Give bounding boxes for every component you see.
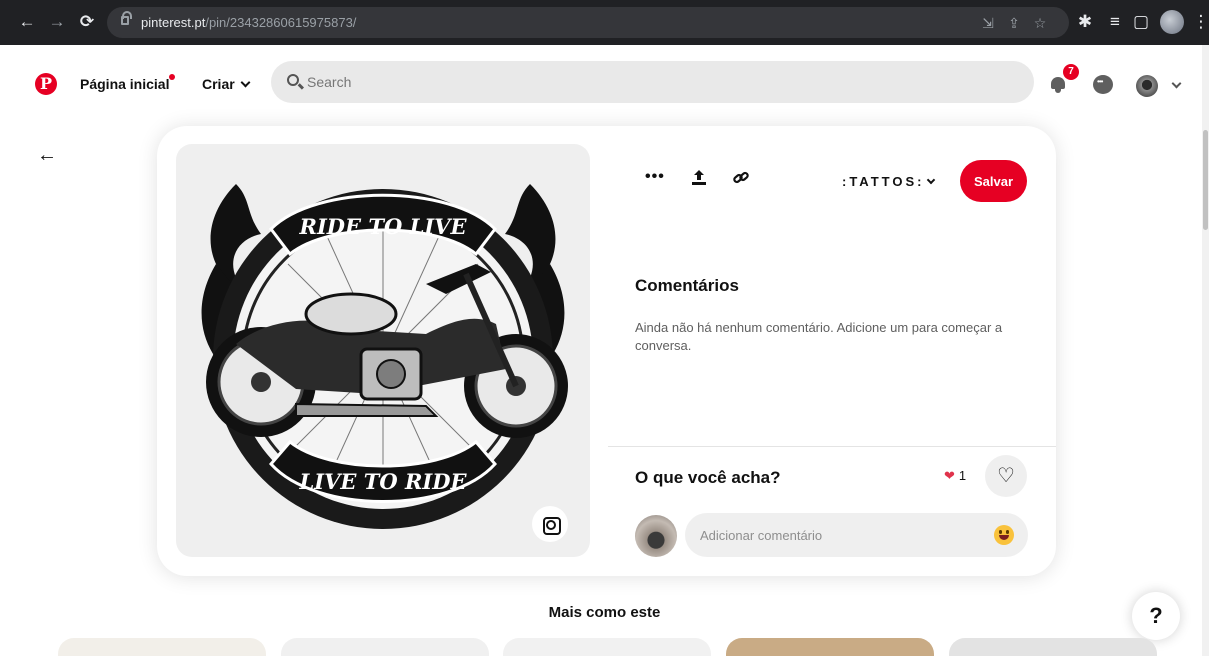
search-input[interactable] bbox=[307, 61, 1007, 103]
more-like-this-heading: Mais como este bbox=[548, 604, 661, 621]
search-bar[interactable] bbox=[271, 61, 1034, 103]
board-name: :TATTOS: bbox=[842, 174, 925, 189]
visual-search-lens-icon[interactable] bbox=[532, 506, 568, 542]
browser-back-icon[interactable]: ← bbox=[14, 9, 40, 35]
react-heart-button[interactable]: ♡ bbox=[985, 455, 1027, 497]
share-upload-icon[interactable] bbox=[691, 169, 707, 187]
related-pin-tile[interactable] bbox=[503, 638, 711, 656]
related-pin-tile[interactable] bbox=[726, 638, 934, 656]
pin-image[interactable]: RIDE TO LIVE LIVE TO RIDE bbox=[176, 144, 590, 557]
browser-menu-icon[interactable]: ⋮ bbox=[1188, 9, 1209, 35]
site-header: P Página inicial Criar 7 bbox=[0, 45, 1209, 121]
board-select-dropdown[interactable]: :TATTOS: bbox=[842, 174, 935, 189]
browser-reload-icon[interactable]: ⟳ bbox=[74, 9, 100, 35]
related-pin-tile[interactable] bbox=[281, 638, 489, 656]
pinterest-logo-icon[interactable]: P bbox=[35, 73, 57, 95]
browser-profile-avatar[interactable] bbox=[1160, 10, 1184, 34]
address-bar[interactable]: pinterest.pt/pin/23432860615975873/ ⇲ ⇪ … bbox=[107, 7, 1069, 38]
reaction-count[interactable]: ❤ 1 bbox=[944, 468, 966, 484]
emoji-picker-icon[interactable] bbox=[994, 525, 1014, 545]
reading-list-icon[interactable]: ≡ bbox=[1102, 9, 1128, 35]
create-label: Criar bbox=[202, 76, 235, 92]
commenter-avatar bbox=[635, 515, 677, 557]
user-avatar[interactable] bbox=[1136, 75, 1158, 97]
section-divider bbox=[608, 446, 1056, 447]
notification-count-badge: 7 bbox=[1063, 64, 1079, 80]
comment-input[interactable] bbox=[700, 513, 980, 557]
comment-field[interactable] bbox=[685, 513, 1028, 557]
browser-forward-icon[interactable]: → bbox=[44, 9, 70, 35]
lock-icon bbox=[121, 11, 132, 25]
nav-home-link[interactable]: Página inicial bbox=[80, 76, 169, 92]
comments-heading: Comentários bbox=[635, 276, 739, 295]
notifications-bell-icon[interactable] bbox=[1050, 75, 1066, 93]
save-button[interactable]: Salvar bbox=[960, 160, 1027, 202]
pin-closeup-card: RIDE TO LIVE LIVE TO RIDE ••• :TATTOS: S… bbox=[157, 126, 1056, 576]
motorcycle-illustration: RIDE TO LIVE LIVE TO RIDE bbox=[201, 184, 568, 529]
image-banner-bottom: LIVE TO RIDE bbox=[299, 469, 468, 494]
copy-link-icon[interactable] bbox=[732, 170, 750, 186]
chevron-down-icon bbox=[926, 175, 935, 185]
scrollbar-thumb[interactable] bbox=[1203, 130, 1208, 230]
search-icon bbox=[287, 74, 299, 86]
messages-icon[interactable] bbox=[1093, 75, 1113, 94]
chevron-down-icon bbox=[240, 77, 251, 88]
url-text: pinterest.pt/pin/23432860615975873/ bbox=[141, 15, 357, 30]
home-unread-dot bbox=[169, 74, 175, 80]
extensions-icon[interactable]: ✱ bbox=[1072, 9, 1098, 35]
side-panel-icon[interactable]: ▢ bbox=[1128, 9, 1154, 35]
back-arrow-icon[interactable]: ← bbox=[37, 144, 57, 167]
related-pin-tile[interactable] bbox=[58, 638, 266, 656]
heart-reaction-icon: ❤ bbox=[944, 468, 955, 483]
account-chevron-down-icon[interactable] bbox=[1171, 78, 1182, 89]
more-options-icon[interactable]: ••• bbox=[645, 168, 665, 186]
related-pin-tile[interactable] bbox=[949, 638, 1157, 656]
feedback-prompt: O que você acha? bbox=[635, 468, 781, 487]
nav-create-menu[interactable]: Criar bbox=[202, 76, 251, 92]
bookmark-star-icon[interactable]: ☆ bbox=[1029, 12, 1051, 34]
share-page-icon[interactable]: ⇪ bbox=[1003, 12, 1025, 34]
help-button[interactable]: ? bbox=[1132, 592, 1180, 640]
browser-toolbar: ← → ⟳ pinterest.pt/pin/23432860615975873… bbox=[0, 0, 1209, 45]
image-banner-top: RIDE TO LIVE bbox=[299, 214, 468, 239]
comments-empty-message: Ainda não há nenhum comentário. Adicione… bbox=[635, 320, 1003, 353]
install-icon[interactable]: ⇲ bbox=[977, 12, 999, 34]
reaction-count-value: 1 bbox=[958, 468, 967, 483]
